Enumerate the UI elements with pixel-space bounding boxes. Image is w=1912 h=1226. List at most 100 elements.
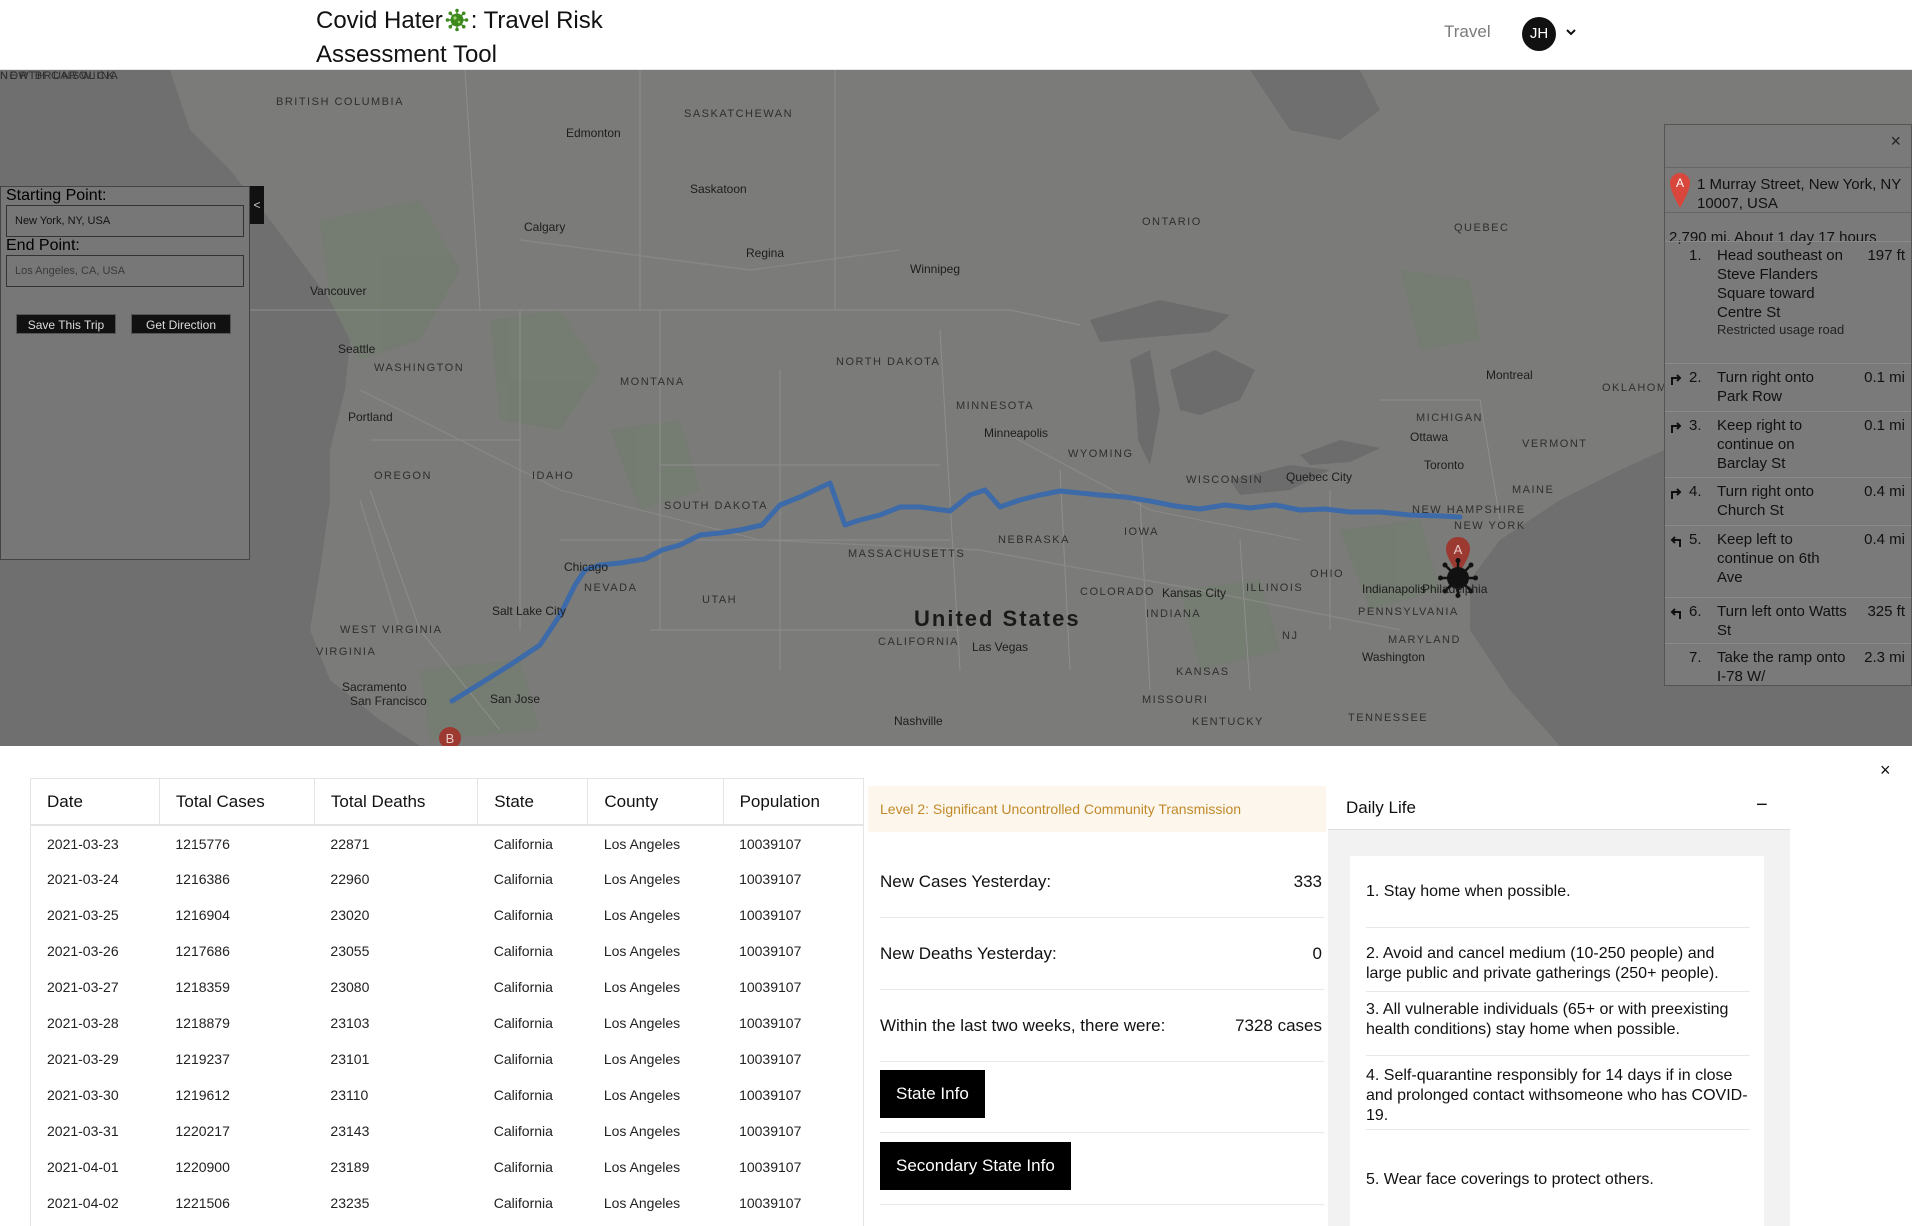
column-header[interactable]: State bbox=[477, 779, 589, 826]
map-label: OHIO bbox=[1310, 568, 1345, 580]
table-row: 2021-03-26 1217686 23055 California Los Ange… bbox=[31, 933, 863, 969]
daily-life-header[interactable]: Daily Life − bbox=[1328, 786, 1790, 830]
table-cell: 2021-03-25 bbox=[47, 907, 119, 923]
direction-step[interactable]: 1. Head southeast on Steve Flanders Squar… bbox=[1665, 241, 1911, 363]
table-cell: 1219612 bbox=[175, 1087, 230, 1103]
table-cell: 23235 bbox=[330, 1195, 370, 1211]
start-point-input[interactable]: New York, NY, USA bbox=[6, 205, 244, 237]
marker-a-label: A bbox=[1454, 542, 1463, 557]
table-cell: Los Angeles bbox=[603, 1087, 681, 1103]
close-directions-button[interactable]: × bbox=[1890, 131, 1901, 152]
get-direction-button[interactable]: Get Direction bbox=[131, 314, 231, 334]
table-cell: 2021-03-23 bbox=[47, 835, 119, 852]
map-label: WEST VIRGINIA bbox=[340, 624, 443, 636]
divider bbox=[880, 1132, 1324, 1133]
table-cell: 1216386 bbox=[175, 871, 230, 887]
table-cell: 10039107 bbox=[739, 835, 802, 852]
table-cell: 1218359 bbox=[175, 979, 230, 995]
table-cell: 10039107 bbox=[739, 943, 802, 959]
column-header[interactable]: County bbox=[587, 779, 724, 826]
secondary-state-info-button[interactable]: Secondary State Info bbox=[880, 1142, 1071, 1190]
end-marker-b[interactable]: B bbox=[438, 726, 462, 746]
chevron-down-icon[interactable] bbox=[1564, 25, 1578, 39]
table-row: 2021-03-28 1218879 23103 California Los Ange… bbox=[31, 1005, 863, 1041]
step-instruction: Turn right onto Park Row bbox=[1717, 369, 1814, 405]
two-weeks-value: 7328 cases bbox=[1235, 1016, 1322, 1035]
virus-icon bbox=[445, 8, 469, 32]
table-cell: 2021-04-01 bbox=[47, 1159, 119, 1175]
step-number: 5. bbox=[1689, 531, 1702, 548]
map-label: SOUTH DAKOTA bbox=[664, 500, 768, 512]
table-cell: 23103 bbox=[330, 1015, 370, 1031]
collapse-panel-button[interactable]: < bbox=[250, 186, 264, 224]
table-cell: California bbox=[493, 979, 553, 995]
state-info-button[interactable]: State Info bbox=[880, 1070, 985, 1118]
marker-b-label: B bbox=[446, 731, 455, 746]
direction-step[interactable]: 5. Keep left to continue on 6th Ave 0.4 mi bbox=[1665, 525, 1911, 597]
column-header[interactable]: Total Cases bbox=[159, 779, 315, 826]
collapse-daily-life-button[interactable]: − bbox=[1756, 794, 1768, 817]
nav-travel-link[interactable]: Travel bbox=[1444, 22, 1491, 42]
table-cell: 10039107 bbox=[739, 1051, 802, 1067]
table-cell: Los Angeles bbox=[603, 1051, 681, 1067]
map-label: NJ bbox=[1282, 630, 1299, 642]
turn-right-icon bbox=[1671, 488, 1682, 499]
risk-summary: Level 2: Significant Uncontrolled Commun… bbox=[868, 786, 1326, 1226]
table-cell: 2021-03-27 bbox=[47, 979, 119, 995]
map-label: PENNSYLVANIA bbox=[1358, 606, 1459, 618]
table-cell: 10039107 bbox=[739, 1123, 802, 1139]
map-label: Salt Lake City bbox=[492, 604, 567, 618]
table-cell: Los Angeles bbox=[603, 835, 681, 852]
new-deaths-value: 0 bbox=[1312, 944, 1322, 963]
direction-step[interactable]: 6. Turn left onto Watts St 325 ft bbox=[1665, 597, 1911, 643]
table-cell: 22871 bbox=[330, 835, 370, 852]
column-header[interactable]: Date bbox=[31, 779, 160, 826]
table-row: 2021-03-27 1218359 23080 California Los Ange… bbox=[31, 969, 863, 1005]
divider bbox=[880, 1204, 1324, 1205]
save-trip-button[interactable]: Save This Trip bbox=[16, 314, 116, 334]
map-label: WASHINGTON bbox=[374, 362, 465, 374]
table-cell: California bbox=[493, 1159, 553, 1175]
map-label: San Jose bbox=[490, 692, 541, 706]
column-header[interactable]: Population bbox=[723, 779, 863, 826]
direction-step[interactable]: 4. Turn right onto Church St 0.4 mi bbox=[1665, 477, 1911, 525]
map-label: NEBRASKA bbox=[998, 534, 1070, 546]
map-label: MAINE bbox=[1512, 484, 1555, 496]
map-label: IOWA bbox=[1124, 526, 1159, 538]
map-label: BRITISH COLUMBIA bbox=[276, 96, 404, 108]
map-label: MICHIGAN bbox=[1416, 412, 1483, 424]
user-avatar[interactable]: JH bbox=[1522, 17, 1556, 51]
rule-text: 3. All vulnerable individuals (65+ or wi… bbox=[1366, 1001, 1729, 1038]
map-label: Indianapolis bbox=[1362, 582, 1427, 596]
turn-right-icon bbox=[1671, 422, 1682, 433]
map-label: Las Vegas bbox=[972, 640, 1029, 654]
new-cases-label: New Cases Yesterday: bbox=[880, 872, 1052, 891]
table-cell: 2021-03-29 bbox=[47, 1051, 119, 1067]
origin-pin-icon: A bbox=[1670, 173, 1690, 208]
end-point-input[interactable]: Los Angeles, CA, USA bbox=[6, 255, 244, 287]
map-label: COLORADO bbox=[1080, 586, 1155, 598]
table-cell: 1218879 bbox=[175, 1015, 230, 1031]
table-cell: 2021-03-30 bbox=[47, 1087, 119, 1103]
table-cell: 1215776 bbox=[175, 835, 230, 852]
map-label: NEVADA bbox=[584, 582, 638, 594]
direction-step[interactable]: 3. Keep right to continue on Barclay St 0.… bbox=[1665, 411, 1911, 477]
table-row: 2021-03-29 1219237 23101 California Los Ange… bbox=[31, 1041, 863, 1077]
table-row: 2021-03-25 1216904 23020 California Los Ange… bbox=[31, 897, 863, 933]
column-header[interactable]: Total Deaths bbox=[314, 779, 479, 826]
directions-origin[interactable]: A 1 Murray Street, New York, NY 10007, U… bbox=[1665, 167, 1911, 213]
direction-step[interactable]: 7. Take the ramp onto I-78 W/2.3 mi bbox=[1665, 643, 1911, 685]
table-cell: California bbox=[493, 871, 553, 887]
direction-step[interactable]: 2. Turn right onto Park Row 0.1 mi bbox=[1665, 363, 1911, 411]
table-cell: 23110 bbox=[330, 1087, 369, 1103]
table-cell: 23055 bbox=[330, 943, 370, 959]
table-cell: Los Angeles bbox=[603, 1195, 681, 1211]
table-cell: Los Angeles bbox=[603, 1015, 681, 1031]
map-label: MINNESOTA bbox=[956, 400, 1035, 412]
step-instruction: Keep left to continue on 6th Ave bbox=[1717, 531, 1820, 586]
close-bottom-panel-button[interactable]: × bbox=[1880, 760, 1891, 781]
app-header: Covid Hater: Travel Risk Assessment Tool… bbox=[0, 0, 1912, 70]
route-map[interactable]: B A BRITISH COLUMBIA SASKATCHEWAN Edmonton… bbox=[0, 70, 1912, 746]
table-cell: 10039107 bbox=[739, 907, 802, 923]
table-row: 2021-04-01 1220900 23189 California Los Ange… bbox=[31, 1149, 863, 1185]
